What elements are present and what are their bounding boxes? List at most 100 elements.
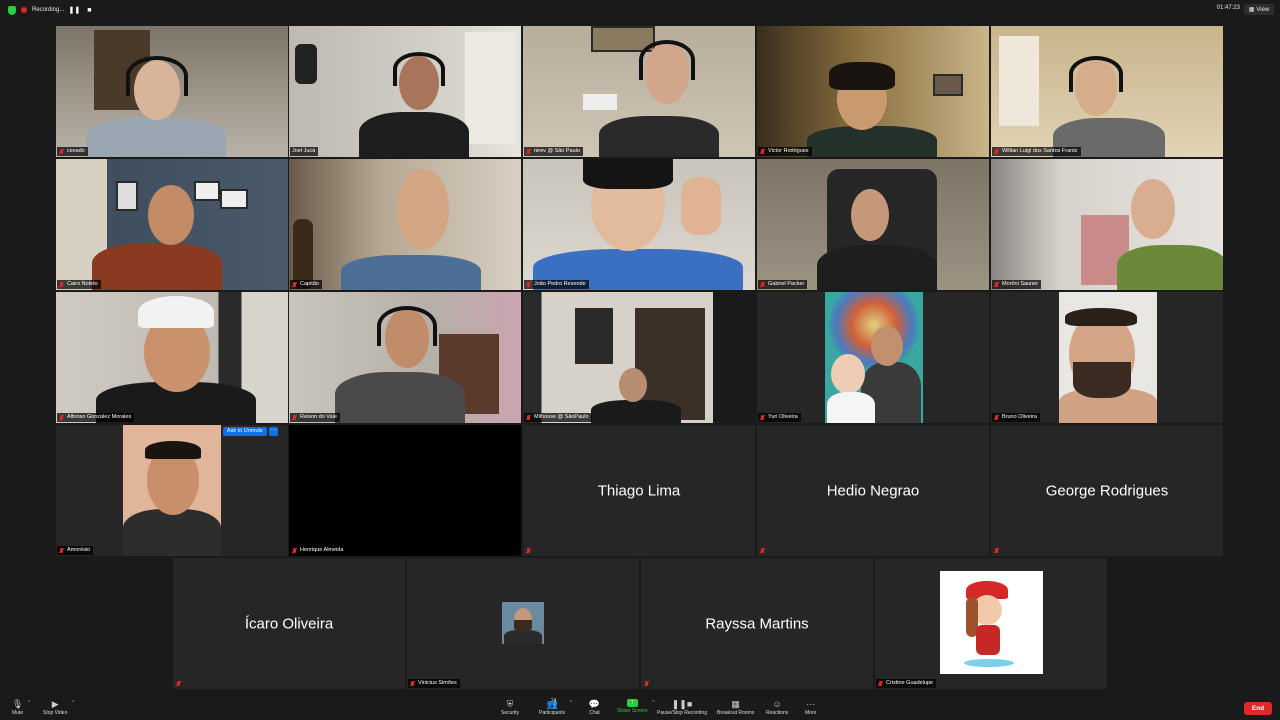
- more-button[interactable]: ··· More: [805, 699, 816, 719]
- more-dots-icon: ···: [806, 699, 816, 709]
- curtain: [465, 32, 517, 144]
- person-hair: [829, 62, 895, 90]
- participant-name-label: Bruno Oliveira: [992, 413, 1040, 422]
- wall-map: [575, 308, 613, 364]
- person-body: [359, 112, 469, 157]
- share-screen-button[interactable]: ↑ Share Screen ^: [617, 699, 655, 719]
- muted-mic-icon: [760, 148, 765, 155]
- participant-name-label: Amorésio: [57, 546, 94, 555]
- headset: [377, 306, 437, 346]
- person-body: [335, 372, 465, 423]
- participant-video: [289, 26, 521, 157]
- portrait-video: [123, 425, 221, 556]
- participant-tile[interactable]: George Rodrigues: [991, 425, 1223, 556]
- participant-video: [289, 292, 521, 423]
- participant-tile-active-speaker[interactable]: Joel Jucá: [289, 26, 521, 157]
- participant-tile[interactable]: Henrique Almeida: [289, 425, 521, 556]
- participant-tile[interactable]: nirev @ São Paulo: [523, 26, 755, 157]
- headset: [393, 52, 445, 86]
- pause-stop-recording-button[interactable]: ❚❚■ Pause/Stop Recording: [657, 699, 707, 719]
- participant-tile[interactable]: Hedio Negrao: [757, 425, 989, 556]
- participant-tile[interactable]: Morôni Sauner: [991, 159, 1223, 290]
- person-hair: [1065, 308, 1137, 326]
- chevron-up-icon[interactable]: ^: [570, 700, 572, 706]
- participant-name-label: João Pedro Resende: [524, 280, 589, 289]
- more-options-button[interactable]: ···: [269, 427, 278, 436]
- participant-display-name: George Rodrigues: [1045, 482, 1169, 499]
- participant-tile[interactable]: Capitão: [289, 159, 521, 290]
- participant-video: [56, 292, 288, 423]
- participant-tile[interactable]: Thiago Lima: [523, 425, 755, 556]
- muted-mic-icon: [760, 281, 765, 288]
- participant-video: [757, 159, 989, 290]
- chevron-up-icon[interactable]: ^: [652, 700, 654, 706]
- wall-picture: [933, 74, 963, 96]
- participants-button[interactable]: 👥 24 Participants ^: [539, 698, 572, 719]
- character-shadow: [964, 659, 1014, 667]
- participant-tile[interactable]: Rayssa Martins: [641, 558, 873, 689]
- muted-mic-icon: [292, 281, 297, 288]
- gallery-grid: cevado Joel Jucá nirev @ São Paulo Victo…: [0, 0, 1280, 697]
- muted-mic-icon: [994, 148, 999, 155]
- participant-name-label: Capitão: [290, 280, 322, 289]
- shelf: [999, 36, 1039, 126]
- muted-mic-icon: [994, 414, 999, 421]
- baby-head: [831, 354, 865, 394]
- headset: [1069, 56, 1123, 92]
- participant-tile[interactable]: Willian Luigi dos Santos Frantz: [991, 26, 1223, 157]
- participant-tile[interactable]: Yuri Oliveira: [757, 292, 989, 423]
- participant-video: [523, 26, 755, 157]
- participant-tile[interactable]: Cairo Noleto: [56, 159, 288, 290]
- participant-video: [289, 159, 521, 290]
- participant-tile[interactable]: Reison do Vale: [289, 292, 521, 423]
- person-body: [817, 245, 937, 290]
- participant-name-label: Willian Luigi dos Santos Frantz: [992, 147, 1081, 156]
- baby-body: [827, 392, 875, 423]
- participant-name-label: cevado: [57, 147, 88, 156]
- character-body: [976, 625, 1000, 655]
- chat-button[interactable]: 💬 Chat: [589, 699, 600, 719]
- stop-video-button[interactable]: ▶ Stop Video ^: [43, 699, 74, 719]
- headset: [639, 40, 695, 80]
- participant-name-label: Joel Jucá: [290, 147, 319, 156]
- participant-name-label: Milhouse @ SãoPaulo: [524, 413, 592, 422]
- participant-tile[interactable]: João Pedro Resende: [523, 159, 755, 290]
- participant-tile[interactable]: Victor Rodrigues: [757, 26, 989, 157]
- end-meeting-button[interactable]: End: [1244, 702, 1272, 715]
- participant-name-label: [174, 679, 184, 688]
- person-body: [92, 243, 222, 290]
- participant-tile[interactable]: Ícaro Oliveira: [173, 558, 405, 689]
- participant-tile[interactable]: Milhouse @ SãoPaulo: [523, 292, 755, 423]
- participant-video: [757, 26, 989, 157]
- participant-name-label: [758, 546, 768, 555]
- breakout-rooms-button[interactable]: ▦ Breakout Rooms: [717, 699, 754, 719]
- person-head: [619, 368, 647, 402]
- muted-mic-icon: [59, 148, 64, 155]
- emoji-icon: ☺: [772, 699, 782, 709]
- portrait-video: [1059, 292, 1157, 423]
- participant-tile[interactable]: cevado: [56, 26, 288, 157]
- chevron-up-icon[interactable]: ^: [72, 700, 74, 706]
- participant-video: [56, 26, 288, 157]
- security-button[interactable]: ⛨ Security: [501, 699, 519, 719]
- participant-video: [991, 292, 1223, 423]
- mute-button[interactable]: 🎙 Mute ^: [12, 699, 30, 719]
- participant-tile[interactable]: Bruno Oliveira: [991, 292, 1223, 423]
- participant-tile[interactable]: Gabriel Packer: [757, 159, 989, 290]
- participant-video: [523, 292, 755, 423]
- reactions-button[interactable]: ☺ Reactions: [766, 699, 788, 719]
- participant-tile[interactable]: Alfonso Gonzalez Morales: [56, 292, 288, 423]
- participant-name-label: Morôni Sauner: [992, 280, 1042, 289]
- person-head: [397, 169, 449, 249]
- ask-to-unmute-button[interactable]: Ask to Unmute: [222, 427, 267, 436]
- participant-tile[interactable]: Vinicius Simões: [407, 558, 639, 689]
- participant-tile[interactable]: Ask to Unmute ··· Amorésio: [56, 425, 288, 556]
- muted-mic-icon: [176, 680, 181, 687]
- muted-mic-icon: [526, 414, 531, 421]
- participant-tile[interactable]: Cristine Guadelupe: [875, 558, 1107, 689]
- cap: [138, 296, 214, 328]
- chevron-up-icon[interactable]: ^: [28, 700, 30, 706]
- thumbs-up-hand: [681, 177, 721, 235]
- participant-name-label: nirev @ São Paulo: [524, 147, 583, 156]
- muted-mic-icon: [59, 547, 64, 554]
